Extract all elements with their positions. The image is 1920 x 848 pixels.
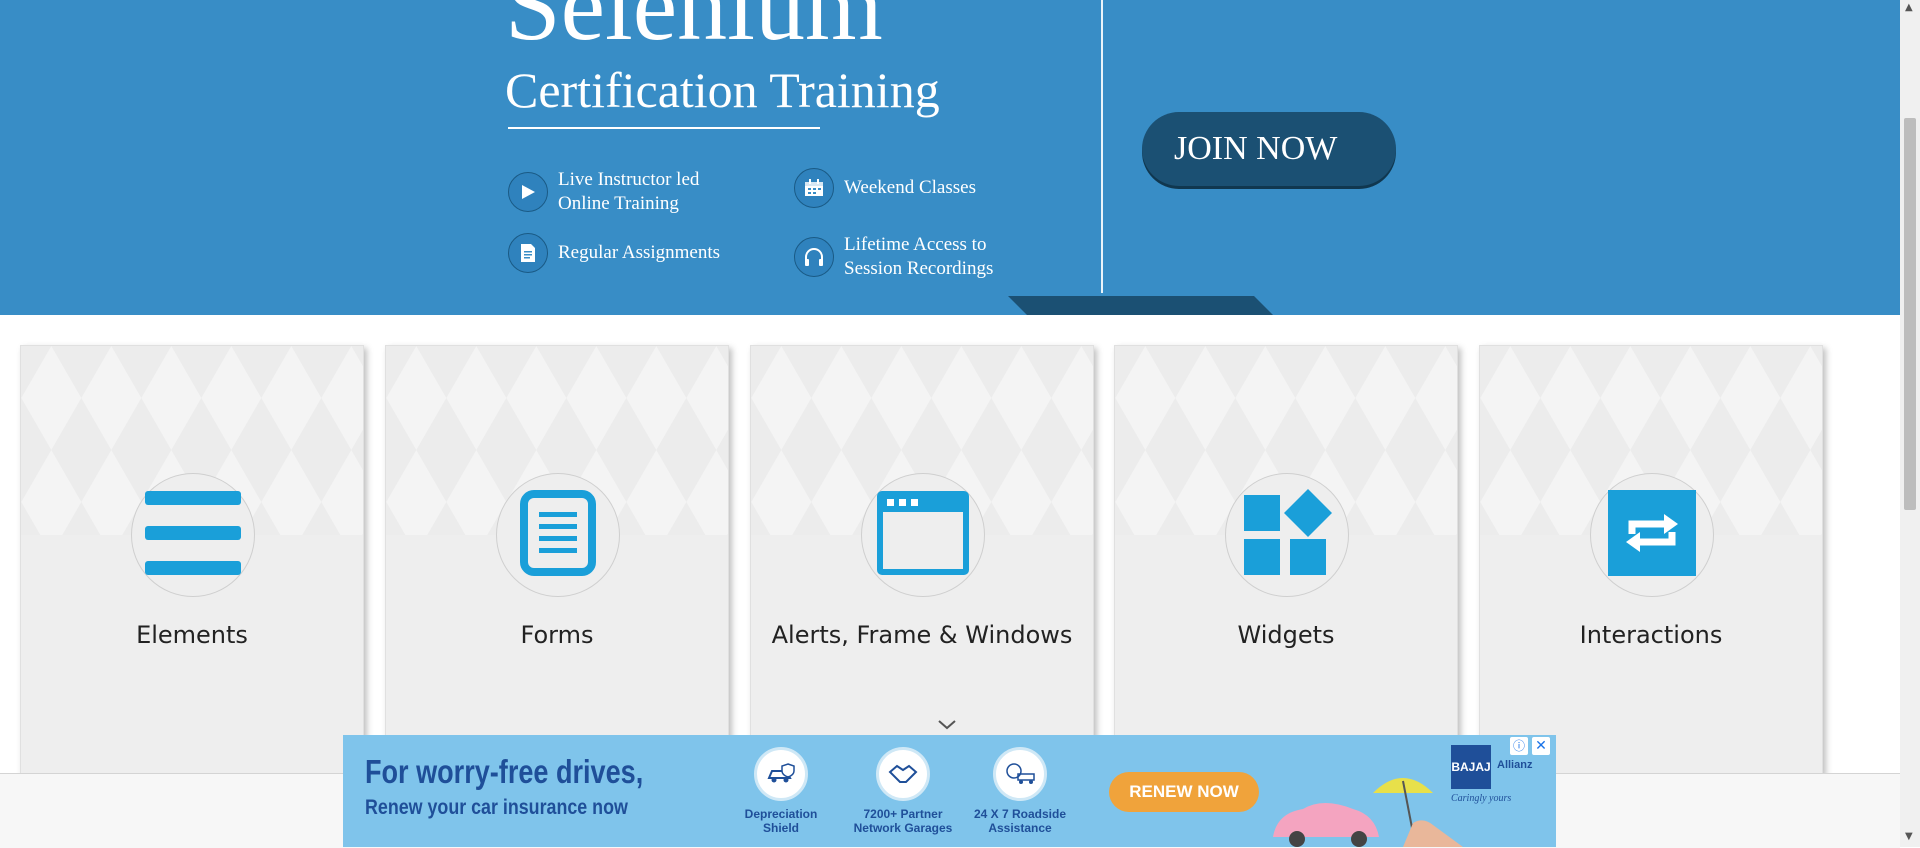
- card-interactions[interactable]: Interactions: [1479, 345, 1823, 775]
- card-alerts-frame-windows[interactable]: Alerts, Frame & Windows: [750, 345, 1094, 775]
- browser-window-icon: [877, 491, 969, 579]
- handshake-icon: [876, 747, 930, 801]
- calendar-icon: [794, 168, 834, 208]
- banner-title: Selenium: [505, 0, 883, 61]
- card-avatar: [1590, 473, 1714, 597]
- card-title: Alerts, Frame & Windows: [771, 621, 1073, 649]
- document-icon: [508, 233, 548, 273]
- ad-feature-line: Network Garages: [853, 821, 953, 835]
- banner-subtitle: Certification Training: [505, 62, 940, 118]
- form-document-icon: [520, 490, 596, 580]
- ad-info-icon[interactable]: ⓘ: [1510, 737, 1528, 755]
- feature-label: Live Instructor led Online Training: [558, 169, 700, 214]
- scroll-thumb[interactable]: [1904, 118, 1916, 510]
- feature-weekend-classes: Weekend Classes: [794, 168, 1024, 208]
- bajaj-logo: BAJAJ: [1451, 745, 1491, 789]
- swap-arrows-icon: [1608, 490, 1696, 580]
- car-umbrella-illustration: [1273, 778, 1463, 847]
- banner-ribbon: [1008, 296, 1273, 315]
- card-title: Elements: [136, 621, 248, 649]
- card-title: Widgets: [1237, 621, 1335, 649]
- feature-assignments: Regular Assignments: [508, 233, 738, 273]
- ad-feature-line: 24 X 7 Roadside: [973, 807, 1067, 821]
- card-avatar: [131, 473, 255, 597]
- card-forms[interactable]: Forms: [385, 345, 729, 775]
- tow-truck-icon: [993, 747, 1047, 801]
- ad-feature-depreciation: Depreciation Shield: [721, 747, 841, 835]
- card-title: Forms: [520, 621, 594, 649]
- brand-tagline: Caringly yours: [1451, 793, 1512, 804]
- card-title: Interactions: [1579, 621, 1723, 649]
- ad-feature-line: Shield: [762, 821, 799, 835]
- hamburger-menu-icon: [145, 490, 241, 580]
- scroll-up-arrow-icon[interactable]: ▲: [1905, 2, 1913, 13]
- ad-subline: Renew your car insurance now: [365, 796, 628, 819]
- course-banner[interactable]: Selenium Certification Training Live Ins…: [0, 0, 1900, 315]
- renew-now-button[interactable]: RENEW NOW: [1109, 772, 1259, 812]
- ad-feature-line: Depreciation: [744, 807, 818, 821]
- banner-divider: [1101, 0, 1103, 293]
- scroll-down-arrow-icon[interactable]: ▼: [1905, 831, 1913, 842]
- feature-live-training: Live Instructor led Online Training: [508, 168, 738, 216]
- insurance-ad-banner[interactable]: For worry-free drives, Renew your car in…: [343, 735, 1556, 847]
- ad-feature-line: 7200+ Partner: [863, 807, 943, 821]
- feature-lifetime-access: Lifetime Access to Session Recordings: [794, 233, 1024, 281]
- card-avatar: [861, 473, 985, 597]
- feature-label: Weekend Classes: [844, 177, 976, 198]
- headphones-icon: [794, 237, 834, 277]
- feature-label: Lifetime Access to Session Recordings: [844, 234, 994, 279]
- ad-headline: For worry-free drives,: [365, 753, 644, 790]
- brand-name: Allianz: [1497, 759, 1533, 771]
- feature-label: Regular Assignments: [558, 242, 721, 263]
- card-elements[interactable]: Elements: [20, 345, 364, 775]
- card-widgets[interactable]: Widgets: [1114, 345, 1458, 775]
- ad-feature-line: Assistance: [988, 821, 1052, 835]
- join-now-button[interactable]: JOIN NOW: [1142, 112, 1396, 186]
- ad-feature-roadside: 24 X 7 Roadside Assistance: [960, 747, 1080, 835]
- widgets-blocks-icon: [1242, 489, 1332, 581]
- page-scrollbar[interactable]: ▲ ▼: [1900, 0, 1920, 847]
- play-icon: [508, 172, 548, 212]
- card-avatar: [1225, 473, 1349, 597]
- card-avatar: [496, 473, 620, 597]
- ad-feature-garages: 7200+ Partner Network Garages: [843, 747, 963, 835]
- banner-underline: [508, 127, 820, 129]
- ad-close-icon[interactable]: ✕: [1532, 737, 1550, 755]
- car-shield-icon: [754, 747, 808, 801]
- chevron-down-icon[interactable]: [937, 716, 957, 735]
